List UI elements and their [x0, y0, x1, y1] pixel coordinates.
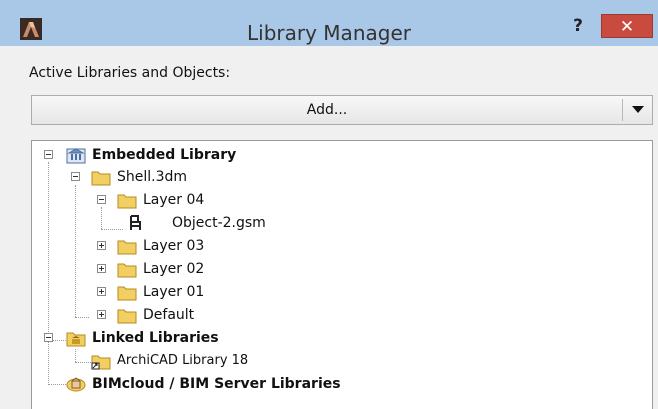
add-dropdown-icon[interactable] — [632, 106, 644, 113]
tree-item-label: Layer 04 — [143, 192, 205, 208]
expand-toggle-icon[interactable] — [97, 287, 106, 296]
linked-library-folder-icon — [66, 332, 86, 347]
folder-icon — [117, 309, 137, 324]
tree-item-label: Layer 03 — [143, 238, 205, 254]
close-button[interactable]: ✕ — [601, 14, 653, 38]
tree-item-label: Default — [143, 307, 195, 323]
add-button[interactable]: Add... — [32, 96, 622, 124]
folder-icon — [117, 286, 137, 301]
tree-item-label: Embedded Library — [92, 147, 237, 163]
tree-item-layer-03[interactable]: Layer 03 — [32, 236, 432, 256]
tree-item-archicad-library[interactable]: ArchiCAD Library 18 — [32, 351, 432, 371]
tree-item-layer-01[interactable]: Layer 01 — [32, 282, 432, 302]
tree-item-embedded-library[interactable]: Embedded Library — [32, 145, 432, 165]
shortcut-folder-icon — [91, 355, 111, 370]
collapse-toggle-icon[interactable] — [44, 150, 53, 159]
tree-item-label: Linked Libraries — [92, 330, 219, 346]
tree-item-layer-02[interactable]: Layer 02 — [32, 259, 432, 279]
tree-item-bimcloud[interactable]: BIMcloud / BIM Server Libraries — [32, 374, 432, 394]
tree-item-label: Object-2.gsm — [172, 215, 266, 231]
bim-server-icon — [66, 377, 86, 392]
expand-toggle-icon[interactable] — [97, 241, 106, 250]
tree-item-label: BIMcloud / BIM Server Libraries — [92, 376, 341, 392]
tree-item-linked-libraries[interactable]: Linked Libraries — [32, 328, 432, 348]
collapse-toggle-icon[interactable] — [71, 172, 80, 181]
window-title: Library Manager — [247, 21, 411, 45]
tree-item-label: Shell.3dm — [117, 169, 188, 185]
library-tree[interactable]: Embedded Library Shell.3dm Layer 04 Obje… — [31, 140, 653, 409]
collapse-toggle-icon[interactable] — [44, 333, 53, 342]
expand-toggle-icon[interactable] — [97, 310, 106, 319]
library-building-icon — [66, 148, 86, 164]
help-button[interactable]: ? — [563, 14, 593, 38]
tree-item-layer-04[interactable]: Layer 04 — [32, 190, 432, 210]
folder-icon — [117, 194, 137, 209]
title-bar[interactable]: Library Manager ? ✕ — [0, 0, 658, 46]
folder-icon — [117, 240, 137, 255]
active-libraries-label: Active Libraries and Objects: — [29, 65, 231, 81]
tree-item-label: ArchiCAD Library 18 — [117, 353, 249, 368]
tree-item-object-2[interactable]: Object-2.gsm — [32, 213, 432, 233]
library-manager-window: Library Manager ? ✕ Active Libraries and… — [0, 0, 658, 409]
collapse-toggle-icon[interactable] — [97, 195, 106, 204]
folder-icon — [117, 263, 137, 278]
tree-item-label: Layer 02 — [143, 261, 205, 277]
chair-object-icon — [130, 215, 141, 230]
folder-icon — [91, 171, 111, 186]
add-library-bar: Add... — [31, 95, 653, 125]
tree-item-label: Layer 01 — [143, 284, 205, 300]
tree-item-shell[interactable]: Shell.3dm — [32, 167, 432, 187]
tree-item-default[interactable]: Default — [32, 305, 432, 325]
add-bar-separator — [622, 99, 623, 121]
expand-toggle-icon[interactable] — [97, 264, 106, 273]
